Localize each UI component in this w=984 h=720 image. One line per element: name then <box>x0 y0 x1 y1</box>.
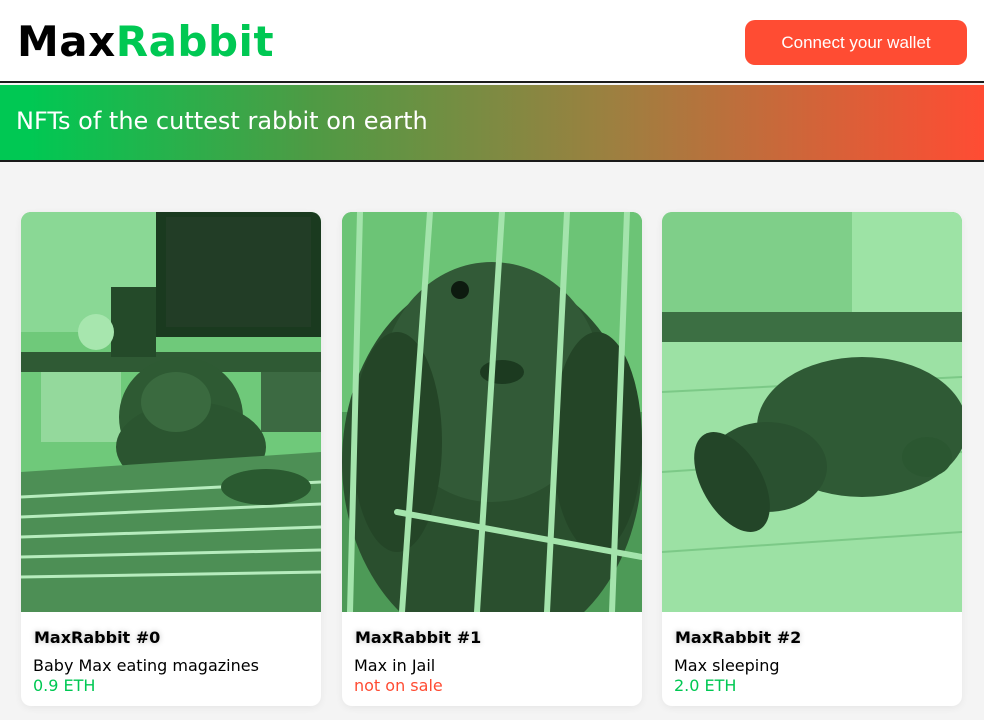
nft-title-2: MaxRabbit #2 <box>675 628 802 647</box>
nft-description-2: Max sleeping <box>674 656 780 675</box>
logo[interactable]: MaxRabbit <box>17 14 274 70</box>
logo-rabbit: Rabbit <box>115 17 275 66</box>
site-header: MaxRabbit Connect your wallet <box>0 0 984 83</box>
hero-banner: NFTs of the cuttest rabbit on earth <box>0 85 984 162</box>
nft-image-0 <box>21 212 321 612</box>
nft-price-0: 0.9 ETH <box>33 676 96 695</box>
nft-card-2[interactable]: MaxRabbit #2 Max sleeping 2.0 ETH <box>662 212 962 706</box>
nft-price-2: 2.0 ETH <box>674 676 737 695</box>
banner-tagline: NFTs of the cuttest rabbit on earth <box>16 107 428 135</box>
nft-price-1: not on sale <box>354 676 443 695</box>
nft-description-1: Max in Jail <box>354 656 436 675</box>
nft-card-0[interactable]: MaxRabbit #0 Baby Max eating magazines 0… <box>21 212 321 706</box>
nft-image-1 <box>342 212 642 612</box>
connect-wallet-button[interactable]: Connect your wallet <box>745 20 967 65</box>
nft-title-1: MaxRabbit #1 <box>355 628 482 647</box>
nft-title-0: MaxRabbit #0 <box>34 628 161 647</box>
nft-image-2 <box>662 212 962 612</box>
nft-card-1[interactable]: MaxRabbit #1 Max in Jail not on sale <box>342 212 642 706</box>
nft-description-0: Baby Max eating magazines <box>33 656 259 675</box>
logo-max: Max <box>17 17 116 66</box>
